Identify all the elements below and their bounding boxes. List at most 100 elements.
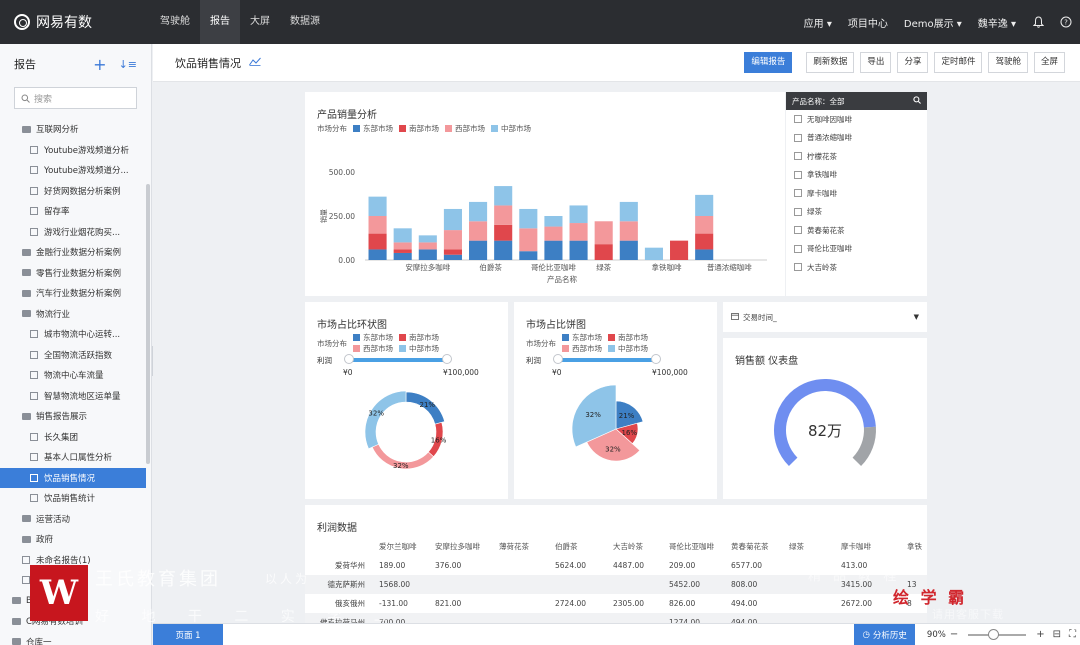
zoom-slider-handle[interactable]: [988, 628, 1000, 640]
filter-option[interactable]: 柠檬花茶: [786, 147, 927, 166]
tree-report[interactable]: 城市物流中心运转...: [0, 324, 146, 345]
tree-label: 运营活动: [36, 514, 71, 525]
bar-segment: [368, 233, 387, 250]
table-cell: 1568.00: [379, 580, 411, 589]
tree-folder[interactable]: 运营活动: [0, 509, 146, 530]
fit-width-icon[interactable]: ⊟: [1053, 629, 1061, 640]
tree-report[interactable]: 长久集团: [0, 427, 146, 448]
date-filter[interactable]: 交易时间_ ▼: [723, 302, 927, 332]
svg-text:?: ?: [1064, 19, 1068, 27]
table-header-cell: 安摩拉多咖啡: [435, 542, 480, 551]
y-tick-label: 0.00: [338, 256, 355, 265]
tree-folder[interactable]: 零售行业数据分析案例: [0, 263, 146, 284]
sort-icon[interactable]: ↓≡: [119, 58, 137, 71]
tree-report[interactable]: 智慧物流地区运单量: [0, 386, 146, 407]
page-tab[interactable]: 页面 1: [153, 623, 223, 645]
filter-option[interactable]: 拿铁咖啡: [786, 166, 927, 185]
action-button-1[interactable]: 导出: [860, 52, 892, 73]
filter-option[interactable]: 绿茶: [786, 203, 927, 222]
checkbox[interactable]: [794, 133, 802, 142]
bar-segment: [670, 240, 689, 260]
tree-folder[interactable]: 销售报告展示: [0, 406, 146, 427]
action-button-2[interactable]: 分享: [897, 52, 929, 73]
tree-folder[interactable]: 物流行业: [0, 304, 146, 325]
help-icon[interactable]: ?: [1060, 16, 1072, 28]
tree-report[interactable]: 物流中心车流量: [0, 365, 146, 386]
fit-page-icon[interactable]: ⛶: [1069, 629, 1076, 640]
sidebar-header: 报告 + ↓≡: [0, 44, 151, 84]
report-icon: [30, 227, 38, 236]
tree-report[interactable]: 留存率: [0, 201, 146, 222]
checkbox[interactable]: [794, 115, 802, 124]
checkbox[interactable]: [794, 189, 802, 198]
action-button-5[interactable]: 全屏: [1033, 52, 1065, 73]
bell-icon[interactable]: [1032, 16, 1044, 28]
filter-option[interactable]: 无咖啡因咖啡: [786, 110, 927, 129]
search-icon[interactable]: [913, 96, 921, 106]
tree-report[interactable]: Youtube游戏频道分析: [0, 140, 146, 161]
tree-label: 汽车行业数据分析案例: [36, 289, 122, 300]
user-menu[interactable]: 魏辛逸 ▾: [978, 15, 1016, 30]
sidebar-search-input[interactable]: 搜索: [14, 87, 137, 109]
tree-label: Youtube游戏频道分...: [44, 166, 129, 177]
sidebar-scrollbar[interactable]: [146, 184, 150, 464]
tree-folder[interactable]: 汽车行业数据分析案例: [0, 283, 146, 304]
nav-tab-0[interactable]: 驾驶舱: [150, 0, 200, 44]
bar-segment: [393, 228, 412, 243]
action-button-0[interactable]: 刷新数据: [806, 52, 855, 73]
tree-report[interactable]: Youtube游戏频道分...: [0, 160, 146, 181]
profit-table-title: 利润数据: [317, 523, 357, 534]
checkbox[interactable]: [794, 226, 802, 235]
table-header-cell: 爱尔兰咖啡: [379, 542, 417, 551]
line-chart-icon[interactable]: [249, 57, 261, 69]
tree-label: 饮品销售统计: [44, 494, 96, 505]
tree-report[interactable]: 游戏行业烟花购买...: [0, 222, 146, 243]
status-right: ◷ 分析历史 90% − + ⊟ ⛶: [854, 623, 1080, 645]
filter-option[interactable]: 哥伦比亚咖啡: [786, 240, 927, 259]
zoom-slider[interactable]: [968, 628, 1027, 640]
project-center-link[interactable]: 项目中心: [848, 15, 888, 30]
tree-folder[interactable]: 金融行业数据分析案例: [0, 242, 146, 263]
tree-report[interactable]: 好货网数据分析案例: [0, 181, 146, 202]
table-cell: 5624.00: [555, 561, 587, 570]
action-button-3[interactable]: 定时邮件: [934, 52, 983, 73]
analysis-history-button[interactable]: ◷ 分析历史: [854, 623, 915, 645]
nav-tab-3[interactable]: 数据源: [280, 0, 330, 44]
filter-option[interactable]: 摩卡咖啡: [786, 184, 927, 203]
apps-menu[interactable]: 应用 ▾: [804, 15, 832, 30]
folder-icon: [22, 248, 31, 256]
report-icon: [22, 555, 30, 564]
tree-report[interactable]: 基本人口属性分析: [0, 447, 146, 468]
zoom-in-icon[interactable]: +: [1036, 629, 1044, 640]
gauge-rest-arc: [852, 426, 876, 467]
checkbox[interactable]: [794, 152, 802, 161]
nav-tab-1[interactable]: 报告: [200, 0, 240, 44]
filter-option[interactable]: 普通浓缩咖啡: [786, 129, 927, 148]
nav-tab-2[interactable]: 大屏: [240, 0, 280, 44]
tree-report[interactable]: 饮品销售情况: [0, 467, 146, 488]
bar-segment: [569, 223, 588, 241]
checkbox[interactable]: [794, 170, 802, 179]
checkbox[interactable]: [794, 207, 802, 216]
filter-option[interactable]: 黄春菊花茶: [786, 221, 927, 240]
slice-label: 21%: [619, 412, 635, 420]
tree-folder[interactable]: 互联网分析: [0, 119, 146, 140]
tree-folder[interactable]: 仓库一: [0, 632, 146, 645]
tree-label: 全国物流活跃指数: [44, 350, 113, 361]
action-button-4[interactable]: 驾驶舱: [988, 52, 1028, 73]
demo-menu[interactable]: Demo展示 ▾: [904, 15, 962, 30]
bar-segment: [494, 224, 513, 241]
table-cell: 4487.00: [613, 561, 645, 570]
tree-folder[interactable]: 政府: [0, 529, 146, 550]
tree-report[interactable]: 全国物流活跃指数: [0, 345, 146, 366]
zoom-out-icon[interactable]: −: [950, 629, 958, 640]
report-icon: [30, 494, 38, 503]
filter-option[interactable]: 大吉岭茶: [786, 258, 927, 277]
edit-report-button[interactable]: 编辑报告: [744, 52, 793, 73]
tree-report[interactable]: 饮品销售统计: [0, 488, 146, 509]
add-report-icon[interactable]: +: [93, 55, 106, 74]
checkbox[interactable]: [794, 263, 802, 272]
app-logo[interactable]: 网易有数: [0, 12, 150, 32]
checkbox[interactable]: [794, 244, 802, 253]
tree-label: 好货网数据分析案例: [44, 186, 121, 197]
